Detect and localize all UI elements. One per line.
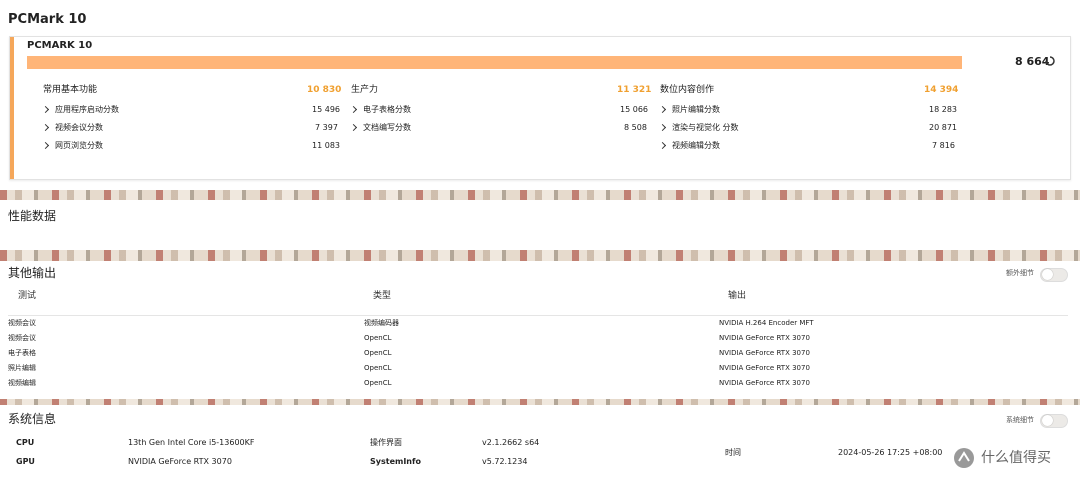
column-header-test: 测试 [18,291,37,301]
chevron-right-icon [41,105,50,114]
subscore-label: 应用程序启动分数 [55,105,119,114]
subscore-value: 7 816 [932,141,955,150]
chevron-right-icon [658,123,667,132]
system-info-panel: 系统信息 系统细节 CPU 13th Gen Intel Core i5-136… [0,405,1080,480]
cell-output: NVIDIA GeForce RTX 3070 [719,349,810,357]
subscore-value: 8 508 [624,123,647,132]
subscore-value: 15 066 [620,105,648,114]
background-strip [0,190,1080,200]
cell-test: 视频会议 [8,319,36,327]
group-score-basic: 10 830 [307,85,342,95]
column-header-type: 类型 [373,291,392,301]
perf-title: 性能数据 [8,209,57,223]
time-value: 2024-05-26 17:25 +08:00 [838,448,943,457]
subscore-value: 7 397 [315,123,338,132]
subscore-label: 视频会议分数 [55,123,103,132]
chevron-right-icon [41,123,50,132]
gpu-label: GPU [16,457,35,466]
cell-test: 照片编辑 [8,364,36,372]
subscore-value: 20 871 [929,123,957,132]
gpu-value: NVIDIA GeForce RTX 3070 [128,457,232,466]
group-score-productivity: 11 321 [617,85,652,95]
subscore-label: 电子表格分数 [363,105,411,114]
cell-output: NVIDIA GeForce RTX 3070 [719,364,810,372]
system-details-toggle[interactable] [1040,414,1068,428]
chevron-right-icon [658,141,667,150]
overall-score-bar [27,56,962,69]
system-details-toggle-label: 系统细节 [1006,416,1034,424]
cpu-value: 13th Gen Intel Core i5-13600KF [128,438,255,447]
cell-output: NVIDIA H.264 Encoder MFT [719,319,814,327]
cell-test: 视频编辑 [8,379,36,387]
zhi-logo-icon [954,448,974,468]
chevron-right-icon [658,105,667,114]
loading-icon [1045,56,1055,66]
other-output-title: 其他输出 [8,266,57,280]
background-strip [0,250,1080,261]
subscore-label: 网页浏览分数 [55,141,103,150]
group-name-content-creation: 数位内容创作 [660,85,715,95]
cell-type: OpenCL [364,379,392,387]
os-value: v2.1.2662 s64 [482,438,540,447]
header-divider [8,315,1068,316]
pcmark-panel: PCMark 10 PCMARK 10 8 664 常用基本功能 10 830 … [0,0,1080,190]
subscore-value: 15 496 [312,105,340,114]
cell-type: 视频编码器 [364,319,399,327]
subscore-label: 渲染与视觉化 分数 [672,123,739,132]
chevron-right-icon [349,105,358,114]
sysinfo-label: SystemInfo [370,457,421,466]
section-title: PCMark 10 [8,12,87,27]
cell-type: OpenCL [364,334,392,342]
perf-data-panel: 性能数据 [0,200,1080,250]
subscore-value: 18 283 [929,105,957,114]
time-label: 时间 [725,448,741,457]
details-toggle-label: 额外细节 [1006,269,1034,277]
group-name-productivity: 生产力 [351,85,379,95]
other-output-panel: 其他输出 额外细节 测试 类型 输出 视频会议 视频编码器 NVIDIA H.2… [0,261,1080,399]
card-title: PCMARK 10 [27,40,93,51]
details-toggle[interactable] [1040,268,1068,282]
cell-output: NVIDIA GeForce RTX 3070 [719,379,810,387]
watermark-text: 什么值得买 [981,450,1051,466]
subscore-label: 视频编辑分数 [672,141,720,150]
group-score-content-creation: 14 394 [924,85,959,95]
subscore-label: 文档编写分数 [363,123,411,132]
card-accent-stripe [10,37,14,179]
cell-type: OpenCL [364,364,392,372]
subscore-label: 照片编辑分数 [672,105,720,114]
cell-type: OpenCL [364,349,392,357]
pcmark-score-card: PCMARK 10 8 664 常用基本功能 10 830 应用程序启动分数 1… [9,36,1071,180]
chevron-right-icon [349,123,358,132]
cell-output: NVIDIA GeForce RTX 3070 [719,334,810,342]
cell-test: 电子表格 [8,349,36,357]
subscore-value: 11 083 [312,141,340,150]
cpu-label: CPU [16,438,35,447]
sysinfo-value: v5.72.1234 [482,457,528,466]
system-info-title: 系统信息 [8,412,57,426]
os-label: 操作界面 [370,438,402,447]
cell-test: 视频会议 [8,334,36,342]
column-header-output: 输出 [728,291,747,301]
chevron-right-icon [41,141,50,150]
group-name-basic: 常用基本功能 [43,85,98,95]
